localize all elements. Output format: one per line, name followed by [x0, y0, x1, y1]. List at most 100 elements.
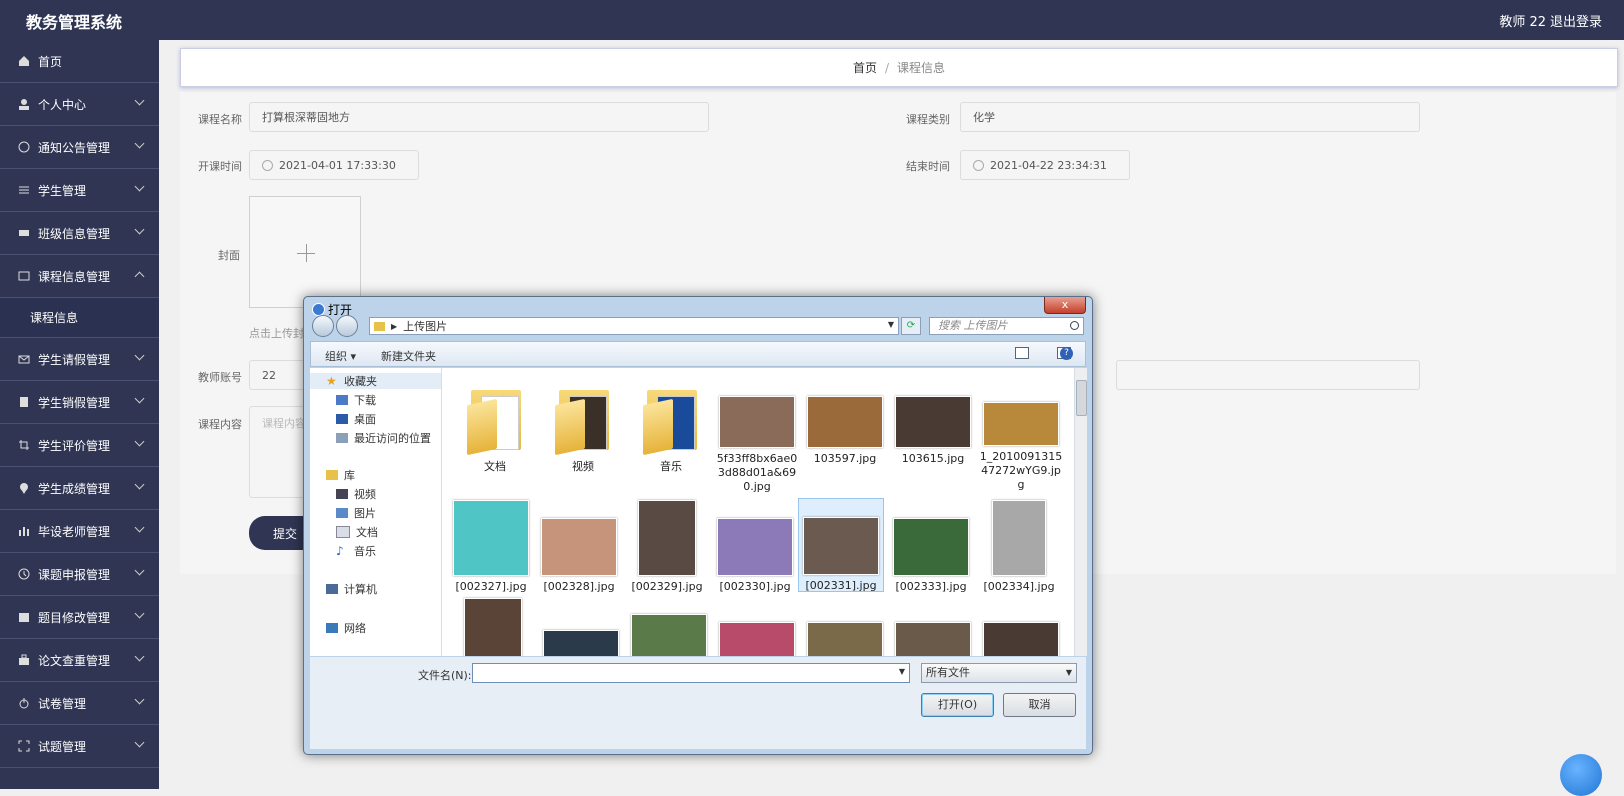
user-label[interactable]: 教师 22 — [1499, 11, 1546, 30]
file-item-image[interactable]: 103597.jpg — [802, 396, 888, 466]
sidebar-item-notice[interactable]: 通知公告管理 — [0, 126, 159, 169]
nav-label: 计算机 — [344, 583, 377, 596]
file-item-image[interactable] — [626, 614, 712, 656]
course-name-input[interactable]: 打算根深蒂固地方 — [249, 102, 709, 132]
back-button[interactable] — [312, 315, 334, 337]
nav-computer[interactable]: 计算机 — [326, 581, 377, 597]
refresh-button[interactable]: ⟳ — [901, 317, 921, 335]
sidebar-item-advisor[interactable]: 毕设老师管理 — [0, 510, 159, 553]
nav-label: 桌面 — [354, 413, 376, 426]
address-bar[interactable]: ▶ 上传图片 ▼ — [369, 317, 899, 335]
file-item-image[interactable] — [890, 622, 976, 656]
sidebar-item-course[interactable]: 课程信息管理 — [0, 255, 159, 298]
sidebar-item-papers[interactable]: 试卷管理 — [0, 682, 159, 725]
sidebar-item-questions[interactable]: 试题管理 — [0, 725, 159, 768]
chevron-down-icon[interactable]: ▼ — [888, 320, 894, 329]
chevron-down-icon[interactable]: ▼ — [899, 667, 905, 676]
image-thumbnail — [543, 630, 619, 656]
sidebar-item-label: 题目修改管理 — [38, 610, 111, 625]
filetype-select[interactable]: 所有文件 ▼ — [921, 663, 1077, 683]
file-item-image[interactable]: [002329].jpg — [624, 500, 710, 594]
nav-libraries[interactable]: 库 — [326, 467, 355, 483]
file-item-folder[interactable]: 音乐 — [628, 382, 714, 474]
nav-videos[interactable]: 视频 — [336, 486, 376, 502]
file-item-folder[interactable]: 视频 — [540, 382, 626, 474]
nav-pictures[interactable]: 图片 — [336, 505, 376, 521]
file-item-image[interactable] — [714, 622, 800, 656]
file-item-image[interactable]: 5f33ff8bx6ae03d88d01a&690.jpg — [714, 396, 800, 494]
organize-button[interactable]: 组织 ▾ — [325, 348, 356, 364]
start-time-picker[interactable]: 2021-04-01 17:33:30 — [249, 150, 419, 180]
scrollbar-thumb[interactable] — [1076, 380, 1087, 416]
sidebar-item-leave[interactable]: 学生请假管理 — [0, 338, 159, 381]
logout-link[interactable]: 退出登录 — [1550, 11, 1602, 30]
image-thumbnail — [631, 614, 707, 656]
sidebar-item-return[interactable]: 学生销假管理 — [0, 381, 159, 424]
nav-documents[interactable]: 文档 — [336, 524, 378, 540]
file-item-image[interactable]: [002334].jpg — [976, 500, 1062, 594]
desktop-icon — [336, 414, 348, 424]
sidebar-item-title-edit[interactable]: 题目修改管理 — [0, 596, 159, 639]
sidebar-item-plagiarism[interactable]: 论文查重管理 — [0, 639, 159, 682]
file-name: 5f33ff8bx6ae03d88d01a&690.jpg — [716, 452, 798, 493]
chevron-down-icon — [134, 95, 145, 106]
nav-desktop[interactable]: 桌面 — [336, 411, 376, 427]
new-folder-button[interactable]: 新建文件夹 — [381, 348, 436, 364]
sidebar-item-students[interactable]: 学生管理 — [0, 169, 159, 212]
content-textarea[interactable]: 课程内容 — [249, 406, 309, 498]
end-time-picker[interactable]: 2021-04-22 23:34:31 — [960, 150, 1130, 180]
search-input[interactable]: 搜索 上传图片 — [929, 317, 1084, 335]
file-item-image[interactable]: 103615.jpg — [890, 396, 976, 466]
forward-button[interactable] — [336, 315, 358, 337]
file-item-image[interactable] — [538, 630, 624, 656]
nav-downloads[interactable]: 下载 — [336, 392, 376, 408]
nav-network[interactable]: 网络 — [326, 620, 366, 636]
cancel-button[interactable]: 取消 — [1003, 693, 1076, 717]
filename-input[interactable]: ▼ — [472, 663, 910, 683]
file-item-image[interactable] — [978, 622, 1064, 656]
teacher-input[interactable]: 22 — [249, 360, 309, 390]
file-item-image[interactable] — [802, 622, 888, 656]
course-type-label: 课程类别 — [906, 113, 950, 126]
file-item-image-selected[interactable]: [002331].jpg — [798, 498, 884, 592]
sidebar-item-home[interactable]: 首页 — [0, 40, 159, 83]
close-button[interactable]: x — [1044, 297, 1086, 314]
teacher-input-extension[interactable] — [1116, 360, 1420, 390]
breadcrumb-home[interactable]: 首页 — [853, 59, 877, 76]
clock-icon — [973, 159, 984, 171]
file-item-image[interactable] — [450, 598, 536, 656]
image-thumbnail — [895, 622, 971, 656]
help-icon[interactable]: ? — [1060, 347, 1073, 360]
file-item-image[interactable]: [002328].jpg — [536, 518, 622, 594]
file-item-image[interactable]: [002330].jpg — [712, 518, 798, 594]
file-item-image[interactable]: [002333].jpg — [888, 518, 974, 594]
sidebar-item-evaluation[interactable]: 学生评价管理 — [0, 424, 159, 467]
image-thumbnail — [807, 396, 883, 448]
sidebar-item-topic[interactable]: 课题申报管理 — [0, 553, 159, 596]
course-type-input[interactable]: 化学 — [960, 102, 1420, 132]
nav-recent[interactable]: 最近访问的位置 — [336, 430, 431, 446]
plus-icon-vertical — [306, 244, 307, 262]
breadcrumb-current: 课程信息 — [897, 61, 946, 75]
open-button[interactable]: 打开(O) — [921, 693, 994, 717]
file-item-image[interactable]: [002327].jpg — [448, 500, 534, 594]
box-icon — [18, 611, 30, 623]
sidebar: 首页 个人中心 通知公告管理 学生管理 班级信息管理 课程信息管理 课程信息 学… — [0, 40, 159, 789]
floating-assist-button[interactable] — [1560, 754, 1602, 796]
sidebar-item-profile[interactable]: 个人中心 — [0, 83, 159, 126]
nav-label: 图片 — [354, 507, 376, 520]
sidebar-item-class[interactable]: 班级信息管理 — [0, 212, 159, 255]
chevron-down-icon — [134, 350, 145, 361]
nav-music[interactable]: ♪ 音乐 — [336, 543, 376, 559]
file-item-image[interactable]: 1_201009131547272wYG9.jpg — [978, 402, 1064, 492]
nav-favorites[interactable]: ★ 收藏夹 — [310, 373, 441, 389]
cover-upload[interactable] — [249, 196, 361, 308]
sidebar-subitem-course-info[interactable]: 课程信息 — [0, 298, 159, 338]
view-options-icon[interactable] — [1015, 347, 1029, 359]
chevron-down-icon — [134, 565, 145, 576]
power-icon — [18, 697, 30, 709]
user-icon — [18, 98, 30, 110]
file-item-folder[interactable]: 文档 — [452, 382, 538, 474]
file-list-scrollbar[interactable] — [1074, 368, 1087, 656]
sidebar-item-grades[interactable]: 学生成绩管理 — [0, 467, 159, 510]
